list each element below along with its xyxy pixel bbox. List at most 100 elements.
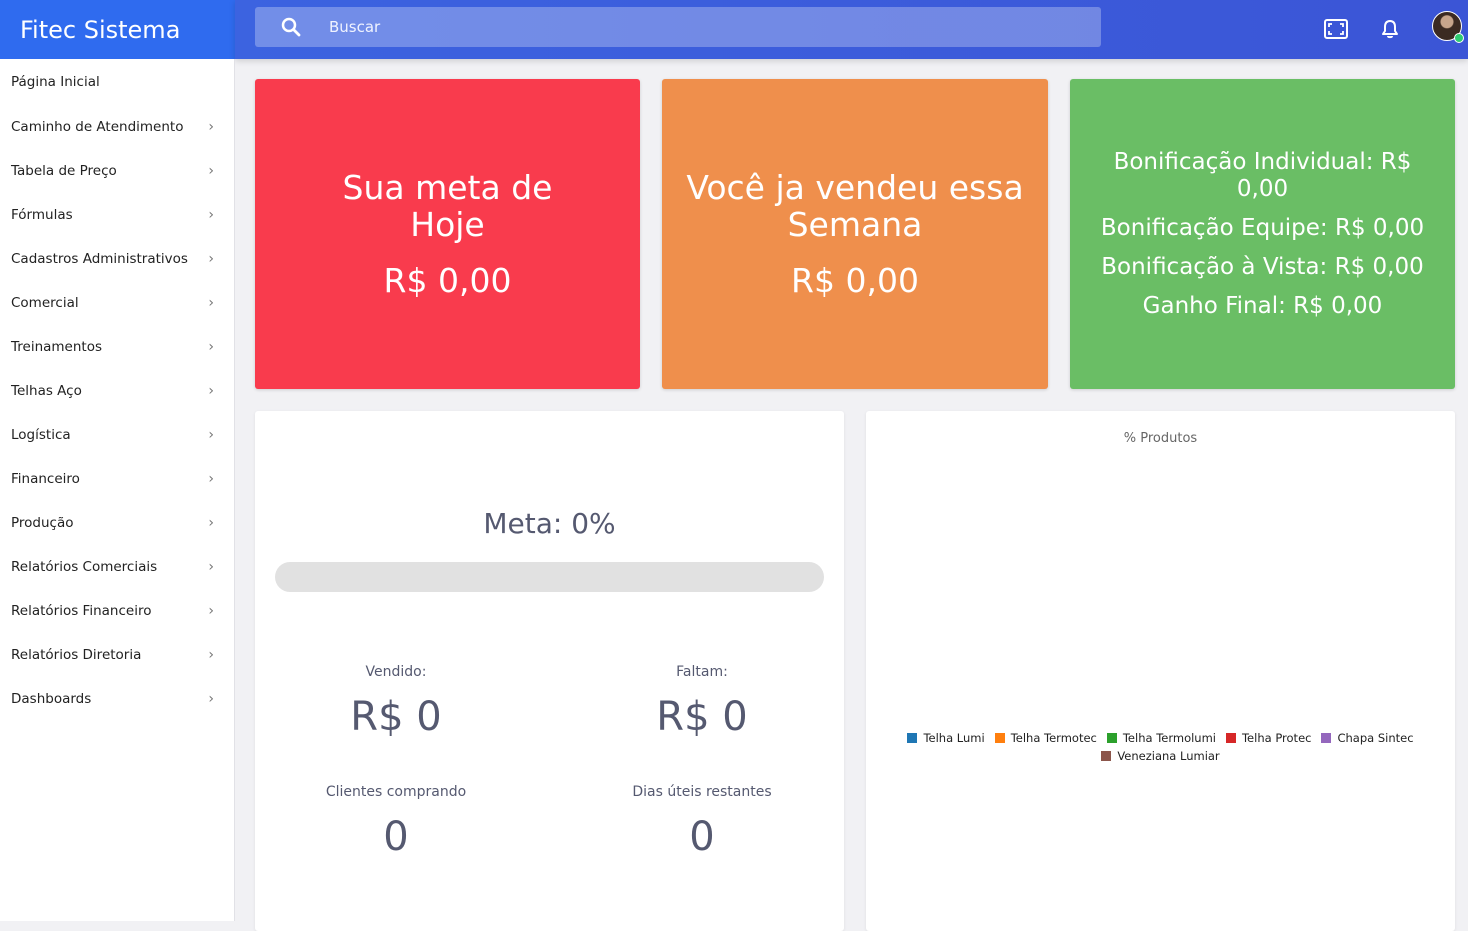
clientes-value: 0 (383, 814, 409, 860)
chevron-right-icon: › (208, 163, 214, 179)
sidebar-item-producao[interactable]: Produção › (0, 501, 234, 545)
legend-swatch (1101, 751, 1112, 761)
sidebar-item-label: Página Inicial (11, 74, 100, 90)
dias-stat: Dias úteis restantes 0 (562, 784, 842, 860)
vendido-value: R$ 0 (350, 694, 442, 740)
sidebar-item-cadastros[interactable]: Cadastros Administrativos › (0, 237, 234, 281)
sidebar-item-label: Tabela de Preço (11, 163, 117, 179)
vendeu-semana-value: R$ 0,00 (791, 260, 919, 300)
legend-label: Telha Protec (1241, 731, 1312, 745)
meta-hoje-card: Sua meta de Hoje R$ 0,00 (255, 79, 640, 389)
app-title[interactable]: Fitec Sistema (0, 0, 235, 59)
sidebar: Página Inicial Caminho de Atendimento › T… (0, 59, 235, 921)
legend-label: Veneziana Lumiar (1117, 749, 1220, 763)
chevron-right-icon: › (208, 383, 214, 399)
faltam-stat: Faltam: R$ 0 (562, 664, 842, 740)
sidebar-item-treinamentos[interactable]: Treinamentos › (0, 325, 234, 369)
sidebar-item-financeiro[interactable]: Financeiro › (0, 457, 234, 501)
search-input[interactable] (327, 17, 1101, 37)
chart-title: % Produtos (1123, 431, 1198, 446)
sidebar-item-relatorios-comerciais[interactable]: Relatórios Comerciais › (0, 545, 234, 589)
chevron-right-icon: › (208, 339, 214, 355)
vendeu-semana-card: Você ja vendeu essa Semana R$ 0,00 (662, 79, 1048, 389)
dias-label: Dias úteis restantes (632, 784, 772, 800)
search-icon[interactable] (255, 17, 327, 37)
clientes-stat: Clientes comprando 0 (256, 784, 536, 860)
legend-label: Telha Lumi (923, 731, 985, 745)
chevron-right-icon: › (208, 119, 214, 135)
legend-item[interactable]: Chapa Sintec (1321, 731, 1414, 745)
user-avatar[interactable] (1432, 11, 1464, 43)
sidebar-item-label: Produção (11, 515, 74, 531)
chevron-right-icon: › (208, 691, 214, 707)
sidebar-item-tabela-preco[interactable]: Tabela de Preço › (0, 149, 234, 193)
meta-hoje-title: Sua meta de Hoje (342, 167, 553, 244)
chevron-right-icon: › (208, 603, 214, 619)
top-navbar (235, 0, 1468, 59)
legend-swatch (1106, 733, 1117, 743)
bonificacao-individual: Bonificação Individual: R$ 0,00 (1113, 148, 1412, 202)
vendido-stat: Vendido: R$ 0 (256, 664, 536, 740)
bell-icon[interactable] (1376, 15, 1404, 43)
dias-value: 0 (689, 814, 715, 860)
bonificacao-vista: Bonificação à Vista: R$ 0,00 (1101, 253, 1424, 280)
sidebar-item-label: Dashboards (11, 691, 92, 707)
chart-legend: Telha Lumi Telha Termotec Telha Termolumi T… (886, 731, 1435, 763)
legend-label: Telha Termolumi (1122, 731, 1216, 745)
ganho-final: Ganho Final: R$ 0,00 (1142, 292, 1383, 319)
sidebar-item-label: Relatórios Financeiro (11, 603, 152, 619)
sidebar-item-label: Caminho de Atendimento (11, 119, 184, 135)
online-status-dot (1454, 33, 1464, 43)
legend-item[interactable]: Telha Termotec (994, 731, 1097, 745)
sidebar-item-label: Relatórios Comerciais (11, 559, 158, 575)
sidebar-item-logistica[interactable]: Logística › (0, 413, 234, 457)
legend-label: Telha Termotec (1010, 731, 1097, 745)
legend-item[interactable]: Telha Protec (1225, 731, 1312, 745)
sidebar-item-telhas-aco[interactable]: Telhas Aço › (0, 369, 234, 413)
sidebar-item-caminho-atendimento[interactable]: Caminho de Atendimento › (0, 105, 234, 149)
sidebar-item-label: Cadastros Administrativos (11, 251, 188, 267)
search-bar[interactable] (255, 7, 1101, 47)
vendeu-semana-title: Você ja vendeu essa Semana (686, 167, 1024, 244)
vendido-label: Vendido: (365, 664, 427, 680)
chevron-right-icon: › (208, 515, 214, 531)
fullscreen-icon[interactable] (1322, 15, 1350, 43)
chevron-right-icon: › (208, 647, 214, 663)
sidebar-item-formulas[interactable]: Fórmulas › (0, 193, 234, 237)
chevron-right-icon: › (208, 471, 214, 487)
faltam-label: Faltam: (676, 664, 728, 680)
meta-progress-bar (275, 562, 824, 592)
produtos-chart-panel: % Produtos Telha Lumi Telha Termotec Telha… (866, 411, 1455, 931)
legend-item[interactable]: Veneziana Lumiar (1101, 749, 1220, 763)
faltam-value: R$ 0 (656, 694, 748, 740)
sidebar-item-pagina-inicial[interactable]: Página Inicial (0, 59, 234, 105)
sidebar-item-label: Comercial (11, 295, 79, 311)
chevron-right-icon: › (208, 427, 214, 443)
legend-swatch (1321, 733, 1332, 743)
legend-swatch (907, 733, 918, 743)
sidebar-item-label: Treinamentos (11, 339, 102, 355)
sidebar-item-label: Logística (11, 427, 71, 443)
sidebar-item-comercial[interactable]: Comercial › (0, 281, 234, 325)
sidebar-item-label: Financeiro (11, 471, 80, 487)
sidebar-item-label: Relatórios Diretoria (11, 647, 142, 663)
meta-panel: Meta: 0% Vendido: R$ 0 Faltam: R$ 0 Clie… (255, 411, 844, 931)
meta-title: Meta: 0% (483, 507, 616, 540)
sidebar-item-dashboards[interactable]: Dashboards › (0, 677, 234, 721)
chevron-right-icon: › (208, 559, 214, 575)
bonificacao-card: Bonificação Individual: R$ 0,00 Bonifica… (1070, 79, 1455, 389)
legend-item[interactable]: Telha Termolumi (1106, 731, 1216, 745)
legend-label: Chapa Sintec (1337, 731, 1414, 745)
sidebar-item-relatorios-diretoria[interactable]: Relatórios Diretoria › (0, 633, 234, 677)
clientes-label: Clientes comprando (325, 784, 467, 800)
legend-swatch (994, 733, 1005, 743)
sidebar-item-label: Fórmulas (11, 207, 73, 223)
sidebar-item-relatorios-financeiro[interactable]: Relatórios Financeiro › (0, 589, 234, 633)
chevron-right-icon: › (208, 295, 214, 311)
legend-swatch (1225, 733, 1236, 743)
legend-item[interactable]: Telha Lumi (907, 731, 985, 745)
chevron-right-icon: › (208, 251, 214, 267)
chevron-right-icon: › (208, 207, 214, 223)
bonificacao-equipe: Bonificação Equipe: R$ 0,00 (1100, 214, 1425, 241)
sidebar-item-label: Telhas Aço (11, 383, 82, 399)
